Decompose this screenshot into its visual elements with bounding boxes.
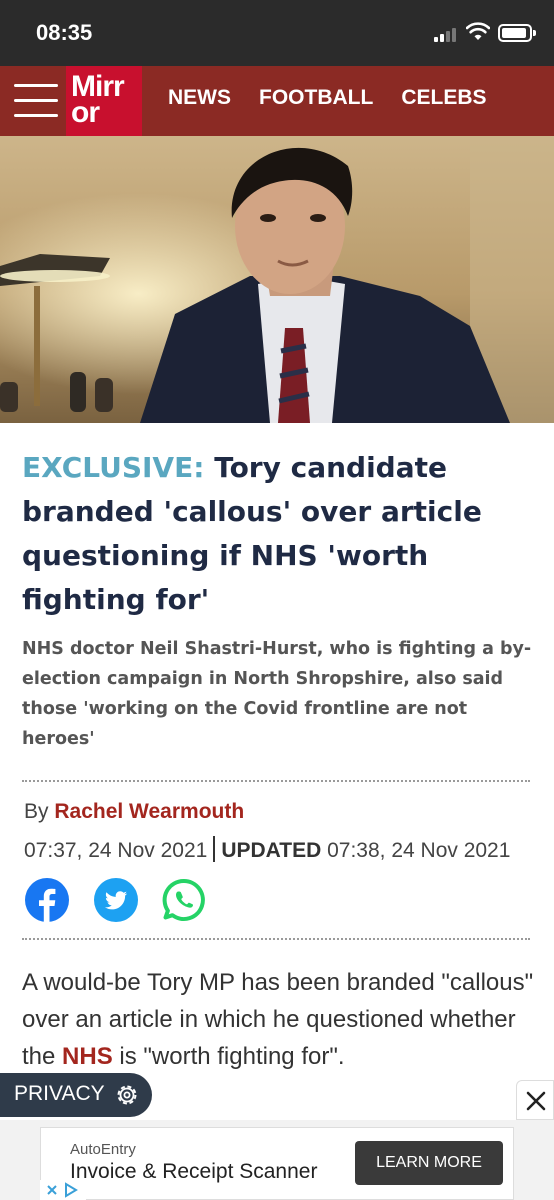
whatsapp-icon [162, 878, 205, 921]
wifi-icon [466, 22, 490, 40]
ad-close-button[interactable] [516, 1080, 554, 1120]
divider [22, 780, 530, 782]
article-standfirst: NHS doctor Neil Shastri-Hurst, who is fi… [22, 639, 532, 749]
nav-links: NEWS FOOTBALL CELEBS [168, 86, 515, 110]
byline: By Rachel Wearmouth [24, 800, 244, 824]
photo-of-man-in-suit-icon [0, 136, 554, 423]
facebook-icon [25, 878, 69, 922]
nav-link-celebs[interactable]: CELEBS [401, 86, 486, 110]
mirror-logo[interactable]: Mirr or [66, 66, 142, 136]
privacy-button[interactable]: PRIVACY [0, 1073, 152, 1117]
signal-icon [434, 26, 460, 42]
status-bar: 08:35 [0, 0, 554, 66]
nav-link-football[interactable]: FOOTBALL [259, 86, 373, 110]
facebook-share-button[interactable] [25, 878, 69, 922]
whatsapp-share-button[interactable] [162, 878, 206, 922]
twitter-icon [94, 878, 138, 922]
logo-text-2: or [71, 96, 100, 129]
nhs-link[interactable]: NHS [62, 1043, 113, 1070]
updated-time: 07:38, 24 Nov 2021 [327, 839, 511, 862]
dateline: 07:37, 24 Nov 2021 UPDATED 07:38, 24 Nov … [24, 836, 510, 863]
ad-brand: AutoEntry [70, 1141, 136, 1158]
updated-label: UPDATED [221, 839, 322, 862]
twitter-share-button[interactable] [94, 878, 138, 922]
adchoices-icon[interactable] [40, 1180, 86, 1200]
ad-unit[interactable]: AutoEntry Invoice & Receipt Scanner LEAR… [40, 1127, 514, 1200]
close-icon [526, 1091, 546, 1111]
gear-icon [117, 1085, 137, 1105]
article-headline: EXCLUSIVE: Tory candidate branded 'callo… [22, 446, 537, 622]
article-body-paragraph: A would-be Tory MP has been branded "cal… [22, 964, 537, 1075]
author-link[interactable]: Rachel Wearmouth [54, 800, 244, 823]
ad-learn-more-button[interactable]: LEARN MORE [355, 1141, 503, 1185]
battery-icon [498, 24, 536, 42]
ad-title: Invoice & Receipt Scanner [70, 1160, 318, 1183]
byline-prefix: By [24, 800, 49, 823]
published-time: 07:37, 24 Nov 2021 [24, 839, 208, 862]
privacy-label: PRIVACY [14, 1082, 105, 1105]
exclusive-kicker: EXCLUSIVE: [22, 451, 205, 484]
status-time: 08:35 [36, 20, 93, 45]
body-text-end: is "worth fighting for". [119, 1043, 345, 1070]
hero-image [0, 136, 554, 423]
nav-link-news[interactable]: NEWS [168, 86, 231, 110]
top-nav: Mirr or NEWS FOOTBALL CELEBS [0, 66, 554, 136]
menu-icon[interactable] [14, 84, 58, 118]
divider [22, 938, 530, 940]
